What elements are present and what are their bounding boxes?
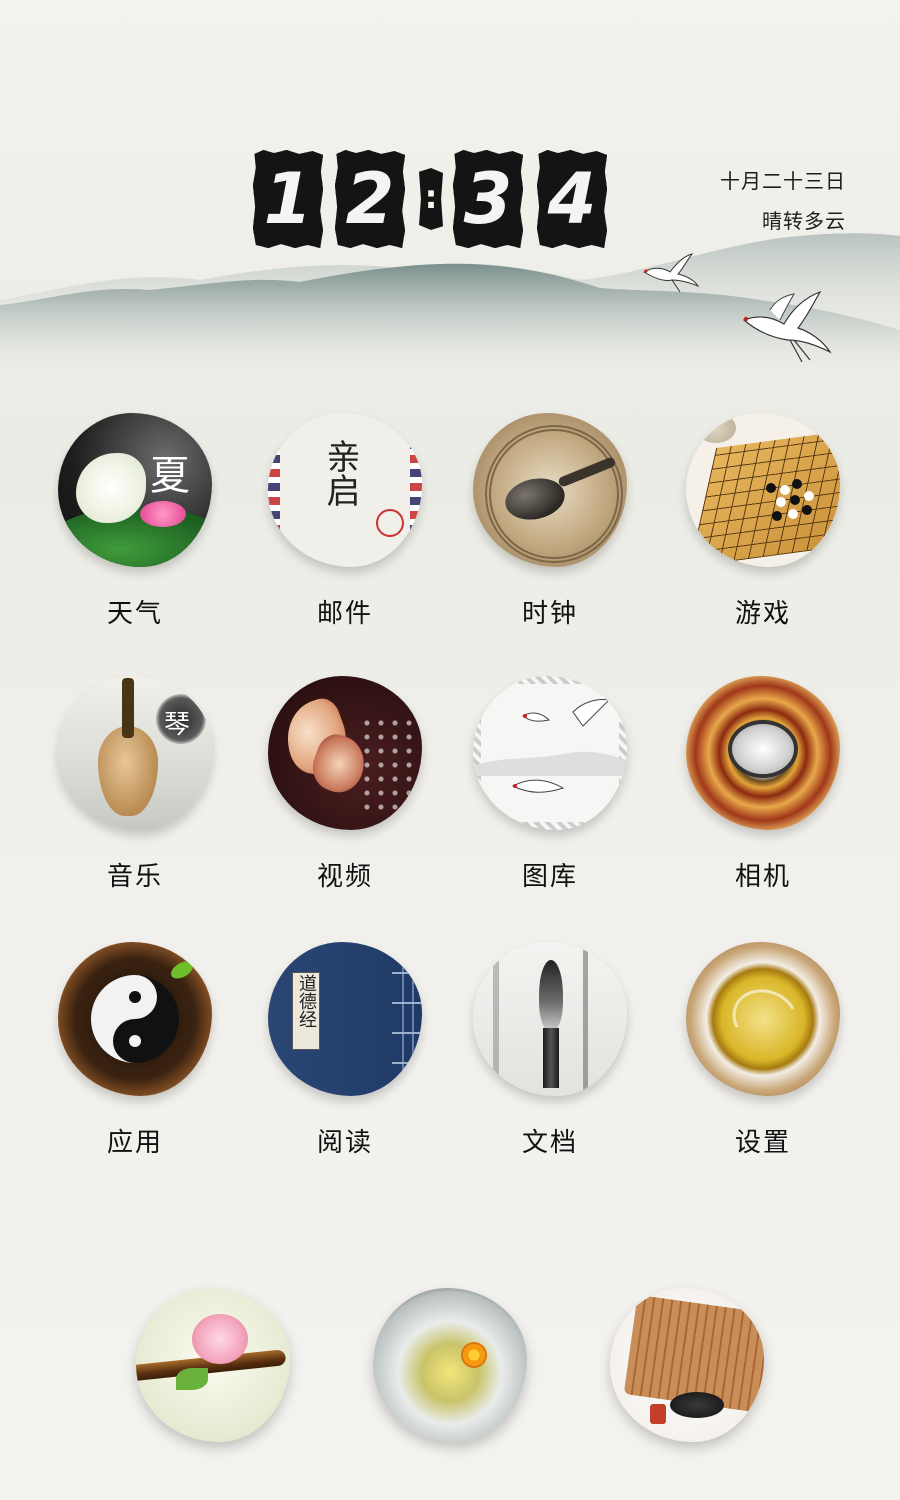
app-settings[interactable]: 设置 xyxy=(683,942,843,1159)
app-label: 音乐 xyxy=(106,862,163,892)
brush-icon xyxy=(473,942,627,1096)
crane-small-icon xyxy=(643,253,700,293)
app-label: 应用 xyxy=(106,1128,163,1158)
clock-digit: 2 xyxy=(335,150,405,248)
app-label: 文档 xyxy=(521,1128,578,1158)
app-camera[interactable]: 相机 xyxy=(683,676,843,893)
date-text: 十月二十三日 xyxy=(720,169,846,193)
lotus-icon: 夏 xyxy=(58,413,212,567)
app-label: 视频 xyxy=(316,862,373,892)
app-clock[interactable]: 时钟 xyxy=(470,413,630,630)
weather-text: 晴转多云 xyxy=(762,209,846,233)
app-label: 天气 xyxy=(106,599,163,629)
bamboo-scroll-icon[interactable] xyxy=(610,1288,764,1442)
app-label: 相机 xyxy=(734,862,791,892)
app-apps[interactable]: 应用 xyxy=(55,942,215,1159)
app-game[interactable]: 游戏 xyxy=(683,413,843,630)
cranes-icon xyxy=(473,676,627,830)
app-music[interactable]: 琴 音乐 xyxy=(55,676,215,893)
app-reader[interactable]: 道德经 阅读 xyxy=(265,942,425,1159)
app-weather[interactable]: 夏 天气 xyxy=(55,413,215,630)
butterfly-icon xyxy=(268,676,422,830)
app-label: 设置 xyxy=(734,1128,791,1158)
crane-large-icon xyxy=(742,290,832,363)
lockscreen-header: 1 2 : 3 4 十月二十三日 晴转多云 xyxy=(0,0,900,400)
clock-digit: 3 xyxy=(453,150,523,248)
clock-colon: : xyxy=(419,168,443,230)
app-documents[interactable]: 文档 xyxy=(470,942,630,1159)
flute-blossom-icon[interactable] xyxy=(136,1288,290,1442)
daodejing-glyph: 道德经 xyxy=(296,974,317,1028)
app-label: 图库 xyxy=(521,862,578,892)
clock-display[interactable]: 1 2 : 3 4 xyxy=(253,150,607,250)
book-icon: 道德经 xyxy=(268,942,422,1096)
chrysanthemum-tea-icon[interactable] xyxy=(373,1288,527,1442)
tea-cup-icon xyxy=(686,942,840,1096)
app-label: 阅读 xyxy=(316,1128,373,1158)
yin-yang-icon xyxy=(58,942,212,1096)
date-weather: 十月二十三日 晴转多云 xyxy=(720,166,846,246)
clock-digit: 1 xyxy=(253,150,323,248)
app-label: 邮件 xyxy=(316,599,373,629)
app-label: 时钟 xyxy=(521,599,578,629)
app-gallery[interactable]: 图库 xyxy=(470,676,630,893)
envelope-icon: 亲启 xyxy=(268,413,422,567)
summer-glyph: 夏 xyxy=(150,453,190,499)
open-letter-glyph: 亲启 xyxy=(320,439,360,507)
app-label: 游戏 xyxy=(734,599,791,629)
clock-digit: 4 xyxy=(537,150,607,248)
qin-glyph: 琴 xyxy=(164,710,191,740)
app-mail[interactable]: 亲启 邮件 xyxy=(265,413,425,630)
go-board-icon xyxy=(686,413,840,567)
pipa-icon: 琴 xyxy=(58,676,212,830)
compass-spoon-icon xyxy=(473,413,627,567)
app-video[interactable]: 视频 xyxy=(265,676,425,893)
bagua-icon xyxy=(686,676,840,830)
